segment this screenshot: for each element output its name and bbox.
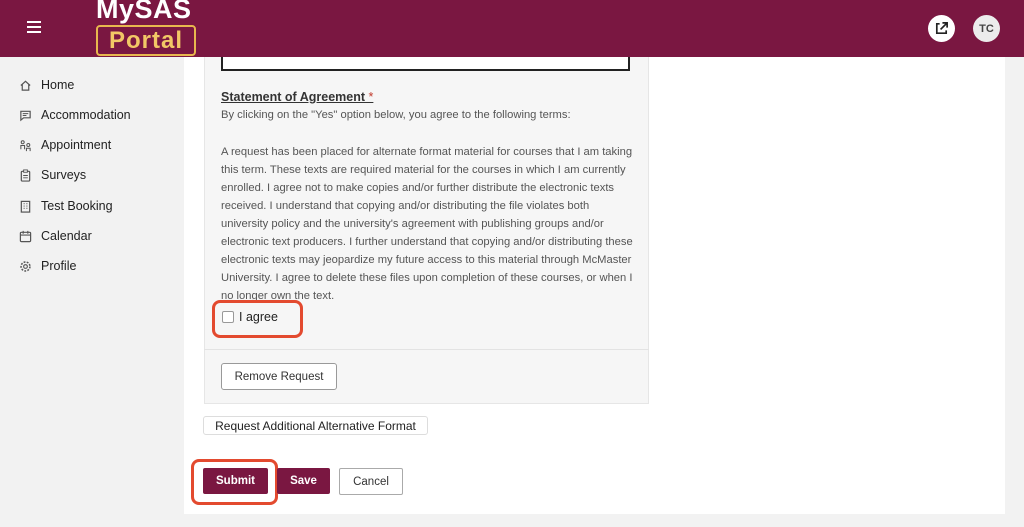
sidebar-item-surveys[interactable]: Surveys xyxy=(18,165,86,185)
top-bar: MySAS Portal TC xyxy=(0,0,1024,57)
request-additional-format-button[interactable]: Request Additional Alternative Format xyxy=(203,416,428,435)
statement-intro: By clicking on the "Yes" option below, y… xyxy=(221,109,571,121)
sidebar-item-label: Profile xyxy=(41,259,77,273)
sidebar-item-label: Test Booking xyxy=(41,199,113,213)
required-marker: * xyxy=(368,90,374,104)
sidebar: Home Accommodation Appointment Surveys T… xyxy=(0,57,183,527)
agree-checkbox[interactable] xyxy=(222,311,234,323)
save-button[interactable]: Save xyxy=(277,468,330,494)
sidebar-item-label: Accommodation xyxy=(41,108,131,122)
statement-body: A request has been placed for alternate … xyxy=(221,146,633,302)
external-link-icon xyxy=(935,22,948,35)
home-icon xyxy=(18,78,32,92)
sidebar-item-label: Calendar xyxy=(41,229,92,243)
sidebar-item-calendar[interactable]: Calendar xyxy=(18,226,92,246)
avatar[interactable]: TC xyxy=(973,15,1000,42)
calendar-icon xyxy=(18,229,32,243)
building-icon xyxy=(18,199,32,213)
chat-icon xyxy=(18,108,32,122)
statement-title: Statement of Agreement * xyxy=(221,90,374,104)
logo-text-bottom: Portal xyxy=(96,25,196,56)
sidebar-item-profile[interactable]: Profile xyxy=(18,256,76,276)
panel-divider xyxy=(204,349,649,350)
clipboard-icon xyxy=(18,168,32,182)
menu-icon[interactable] xyxy=(27,21,41,33)
external-link-button[interactable] xyxy=(928,15,955,42)
people-icon xyxy=(18,138,32,152)
notes-textarea[interactable] xyxy=(221,57,630,71)
gear-icon xyxy=(18,259,32,273)
sidebar-item-appointment[interactable]: Appointment xyxy=(18,135,111,155)
submit-button[interactable]: Submit xyxy=(203,468,268,494)
logo-text-top: MySAS xyxy=(96,0,192,24)
sidebar-item-label: Appointment xyxy=(41,138,112,152)
sidebar-item-label: Surveys xyxy=(41,168,87,182)
sidebar-item-label: Home xyxy=(41,78,75,92)
remove-request-button[interactable]: Remove Request xyxy=(221,363,337,390)
sidebar-item-home[interactable]: Home xyxy=(18,75,74,95)
mysas-portal-logo[interactable]: MySAS Portal xyxy=(94,0,198,57)
sidebar-item-test-booking[interactable]: Test Booking xyxy=(18,196,113,216)
cancel-button[interactable]: Cancel xyxy=(339,468,403,495)
sidebar-item-accommodation[interactable]: Accommodation xyxy=(18,105,131,125)
agree-label[interactable]: I agree xyxy=(239,310,278,324)
